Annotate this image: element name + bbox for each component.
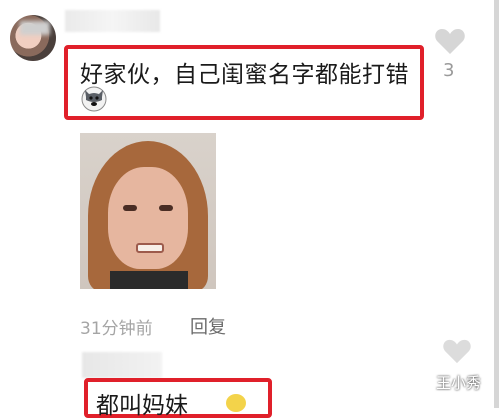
emoji-icon bbox=[226, 394, 246, 412]
heart-icon[interactable] bbox=[434, 27, 466, 55]
username-blurred bbox=[65, 10, 160, 32]
scrollbar-edge bbox=[494, 0, 499, 408]
heart-icon-2[interactable] bbox=[442, 338, 472, 364]
username-blurred-2 bbox=[82, 352, 162, 378]
comment-text-2: 都叫妈妹 bbox=[96, 393, 188, 419]
comment-timestamp: 31分钟前 bbox=[80, 319, 153, 339]
like-count: 3 bbox=[443, 60, 455, 81]
dog-emoji-icon bbox=[81, 86, 107, 112]
reply-button[interactable]: 回复 bbox=[190, 313, 226, 339]
watermark-text: 王小秀 bbox=[436, 374, 482, 392]
comment-photo[interactable] bbox=[80, 133, 216, 289]
avatar[interactable] bbox=[10, 15, 56, 61]
comment-text: 好家伙，自己闺蜜名字都能打错 bbox=[80, 62, 409, 88]
